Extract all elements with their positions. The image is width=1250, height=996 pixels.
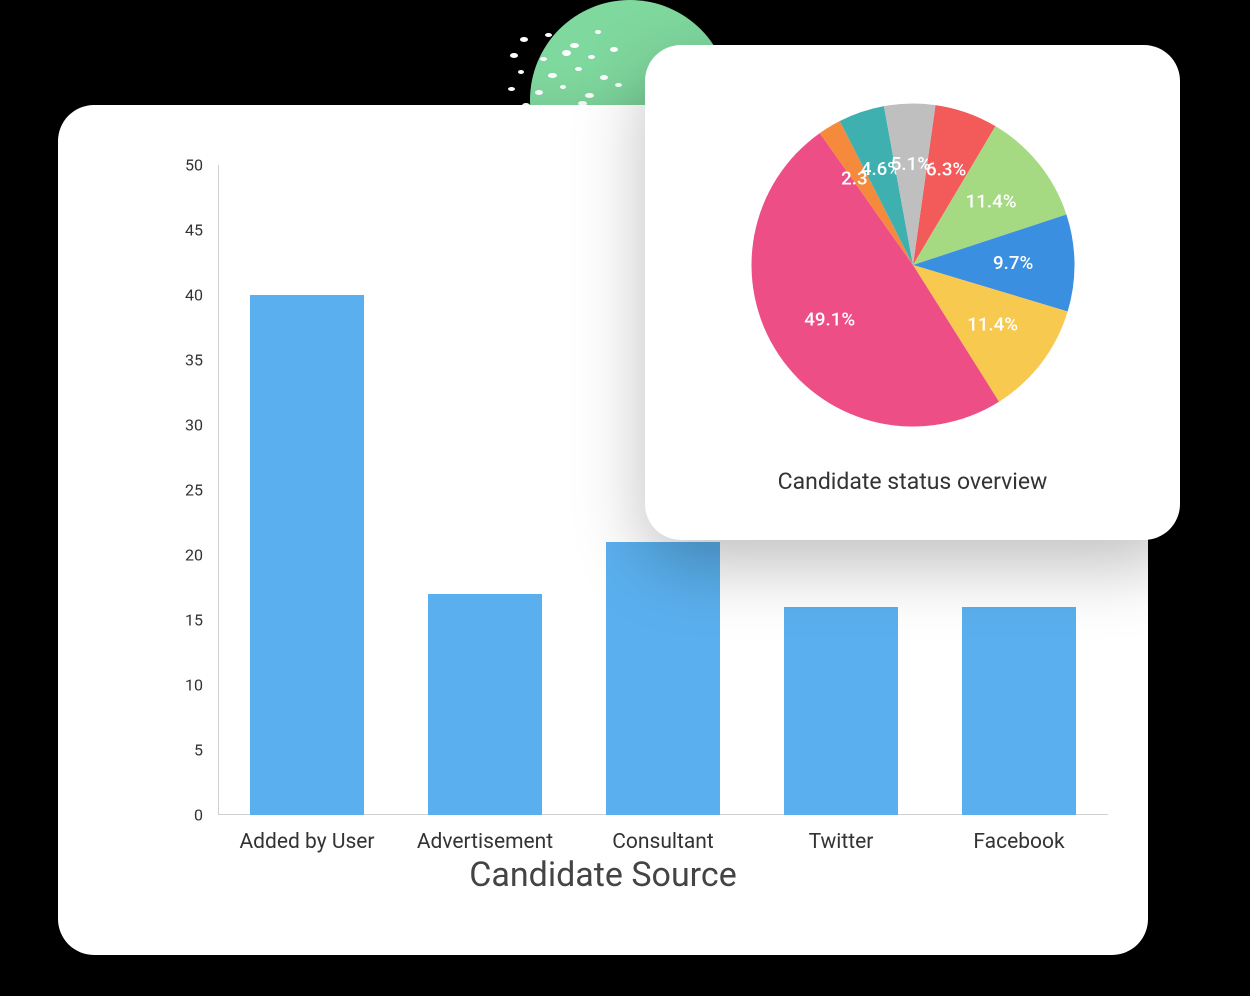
bar-y-axis: 05101520253035404550 — [158, 165, 218, 815]
x-tick-label: Advertisement — [396, 830, 574, 854]
pie-slice-label: 5.1% — [890, 153, 930, 175]
pie-slice-label: 49.1% — [804, 309, 855, 331]
pie-chart-card: 6.3%11.4%9.7%11.4%49.1%2.3%4.6%5.1% Cand… — [645, 45, 1180, 540]
pie-slice-label: 11.4% — [967, 314, 1018, 336]
pie-chart-title: Candidate status overview — [645, 468, 1180, 495]
bar — [962, 607, 1076, 815]
x-tick-label: Twitter — [752, 830, 930, 854]
y-tick-label: 30 — [185, 416, 203, 435]
bar-group — [396, 165, 574, 815]
bar-chart-title: Candidate Source — [58, 855, 1148, 895]
x-tick-label: Facebook — [930, 830, 1108, 854]
pie-svg: 6.3%11.4%9.7%11.4%49.1%2.3%4.6%5.1% — [743, 95, 1083, 435]
pie-container: 6.3%11.4%9.7%11.4%49.1%2.3%4.6%5.1% — [743, 95, 1083, 435]
pie-slice-label: 11.4% — [965, 190, 1016, 212]
pie-slice-label: 6.3% — [926, 159, 966, 181]
pie-slice-label: 9.7% — [993, 252, 1033, 274]
bar — [428, 594, 542, 815]
y-tick-label: 5 — [194, 741, 203, 760]
bar — [784, 607, 898, 815]
y-tick-label: 50 — [185, 156, 203, 175]
x-tick-label: Added by User — [218, 830, 396, 854]
x-tick-label: Consultant — [574, 830, 752, 854]
y-tick-label: 20 — [185, 546, 203, 565]
y-tick-label: 40 — [185, 286, 203, 305]
y-tick-label: 45 — [185, 221, 203, 240]
bar — [250, 295, 364, 815]
y-tick-label: 15 — [185, 611, 203, 630]
bar-group — [218, 165, 396, 815]
y-tick-label: 10 — [185, 676, 203, 695]
bar-x-labels: Added by UserAdvertisementConsultantTwit… — [218, 830, 1108, 854]
bar — [606, 542, 720, 815]
y-tick-label: 35 — [185, 351, 203, 370]
y-tick-label: 0 — [194, 806, 203, 825]
y-tick-label: 25 — [185, 481, 203, 500]
